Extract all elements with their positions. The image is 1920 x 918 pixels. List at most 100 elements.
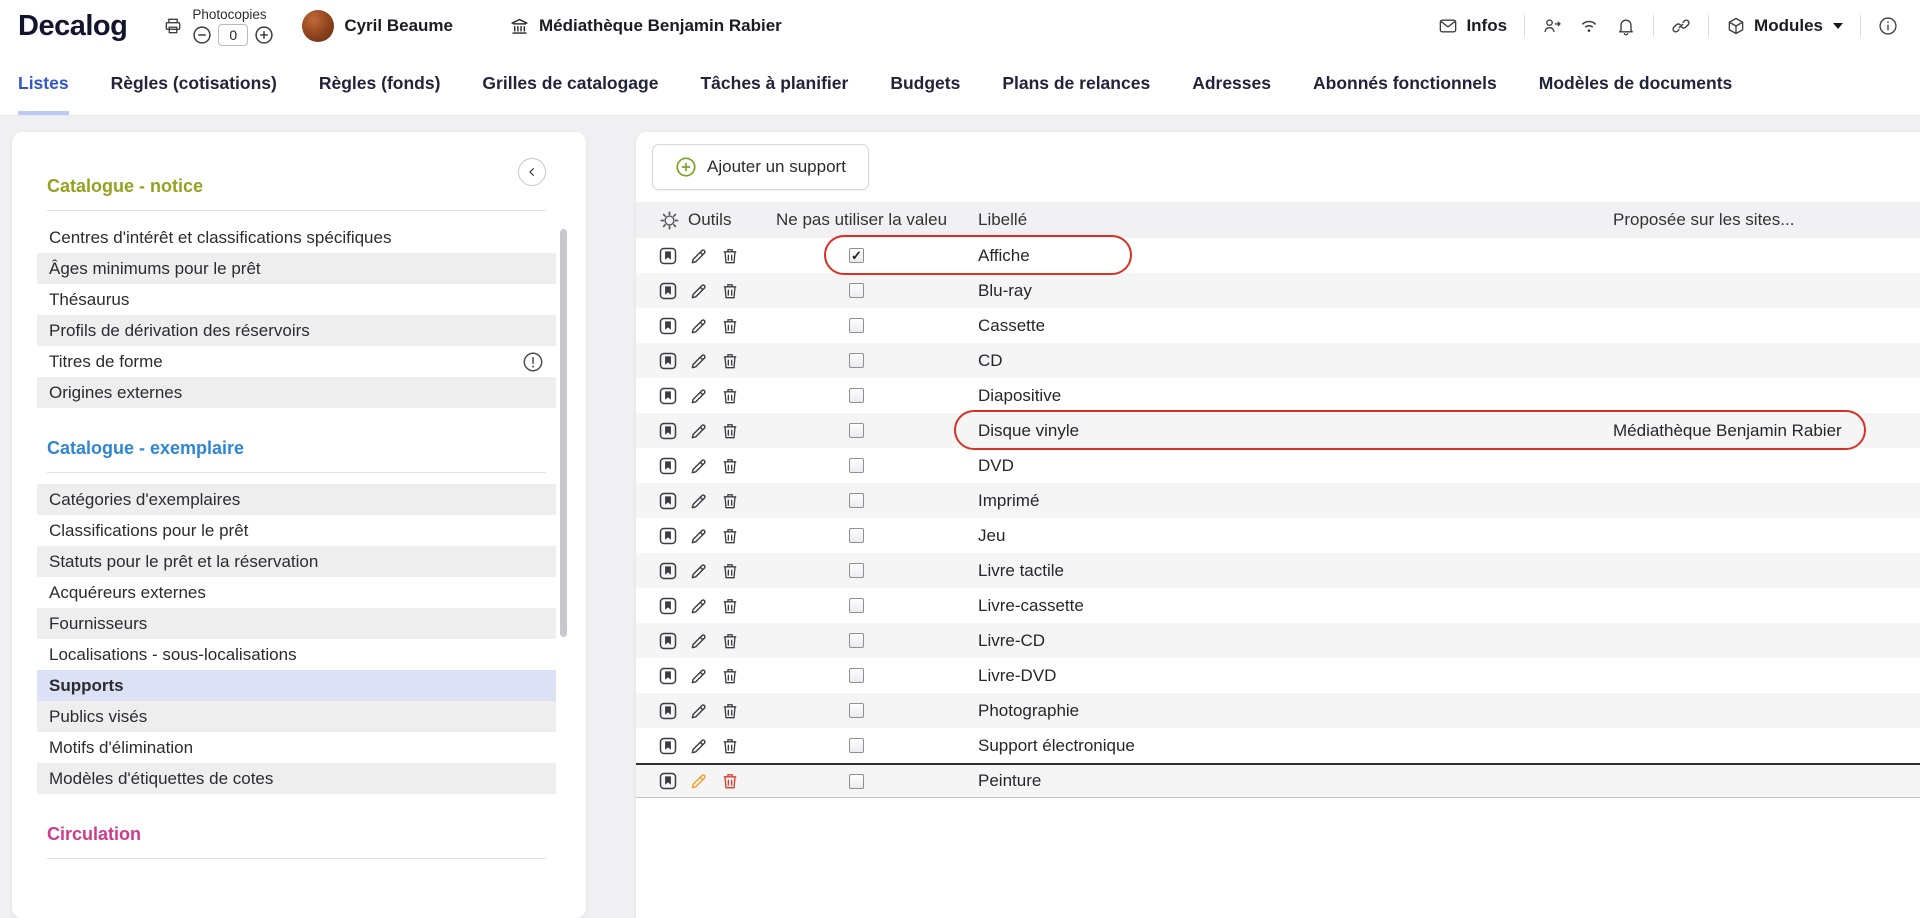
delete-icon[interactable] xyxy=(720,526,740,546)
exclude-checkbox[interactable] xyxy=(849,283,864,298)
infos-button[interactable]: Infos xyxy=(1438,16,1507,36)
link-icon[interactable] xyxy=(1671,16,1691,36)
sidebar-item-localisations[interactable]: Localisations - sous-localisations xyxy=(37,639,556,670)
wireless-icon[interactable] xyxy=(1579,16,1599,36)
bookmark-icon[interactable] xyxy=(658,456,678,476)
delete-icon[interactable] xyxy=(720,281,740,301)
help-info-icon[interactable] xyxy=(1878,16,1898,36)
edit-icon[interactable] xyxy=(689,351,709,371)
tab-regles-fonds[interactable]: Règles (fonds) xyxy=(319,52,441,115)
sidebar-item-centres-interet[interactable]: Centres d'intérêt et classifications spé… xyxy=(37,222,556,253)
exclude-checkbox[interactable] xyxy=(849,458,864,473)
exclude-checkbox[interactable] xyxy=(849,493,864,508)
sidebar-item-origines-externes[interactable]: Origines externes xyxy=(37,377,556,408)
sidebar-item-statuts-pret-reservation[interactable]: Statuts pour le prêt et la réservation xyxy=(37,546,556,577)
edit-icon[interactable] xyxy=(689,771,709,791)
exclude-checkbox[interactable] xyxy=(849,318,864,333)
sidebar-item-categories-exemplaires[interactable]: Catégories d'exemplaires xyxy=(37,484,556,515)
edit-icon[interactable] xyxy=(689,386,709,406)
edit-icon[interactable] xyxy=(689,736,709,756)
sidebar-item-titres-de-forme[interactable]: Titres de forme xyxy=(37,346,556,377)
edit-icon[interactable] xyxy=(689,456,709,476)
edit-icon[interactable] xyxy=(689,316,709,336)
delete-icon[interactable] xyxy=(720,456,740,476)
exclude-checkbox[interactable] xyxy=(849,633,864,648)
exclude-checkbox[interactable] xyxy=(849,353,864,368)
bookmark-icon[interactable] xyxy=(658,351,678,371)
photocopies-count[interactable]: 0 xyxy=(218,24,248,46)
modules-menu[interactable]: Modules xyxy=(1726,16,1843,36)
sidebar-item-classifications-pret[interactable]: Classifications pour le prêt xyxy=(37,515,556,546)
exclude-checkbox[interactable] xyxy=(849,668,864,683)
exclude-checkbox[interactable] xyxy=(849,528,864,543)
tab-budgets[interactable]: Budgets xyxy=(890,52,960,115)
exclude-checkbox[interactable] xyxy=(849,774,864,789)
photocopies-minus-button[interactable] xyxy=(192,25,212,45)
edit-icon[interactable] xyxy=(689,246,709,266)
delete-icon[interactable] xyxy=(720,421,740,441)
tab-grilles-de-catalogage[interactable]: Grilles de catalogage xyxy=(482,52,658,115)
bookmark-icon[interactable] xyxy=(658,491,678,511)
sidebar-item-modeles-etiquettes[interactable]: Modèles d'étiquettes de cotes xyxy=(37,763,556,794)
bookmark-icon[interactable] xyxy=(658,386,678,406)
sidebar-item-ages-minimums[interactable]: Âges minimums pour le prêt xyxy=(37,253,556,284)
edit-icon[interactable] xyxy=(689,561,709,581)
exclude-checkbox[interactable] xyxy=(849,563,864,578)
delete-icon[interactable] xyxy=(720,386,740,406)
bookmark-icon[interactable] xyxy=(658,526,678,546)
bookmark-icon[interactable] xyxy=(658,421,678,441)
exclude-checkbox[interactable] xyxy=(849,703,864,718)
tab-listes[interactable]: Listes xyxy=(18,52,69,115)
delete-icon[interactable] xyxy=(720,491,740,511)
exclude-checkbox[interactable] xyxy=(849,388,864,403)
bookmark-icon[interactable] xyxy=(658,736,678,756)
edit-icon[interactable] xyxy=(689,491,709,511)
edit-icon[interactable] xyxy=(689,666,709,686)
notifications-bell-icon[interactable] xyxy=(1616,16,1636,36)
edit-icon[interactable] xyxy=(689,281,709,301)
current-user[interactable]: Cyril Beaume xyxy=(302,10,453,42)
delete-icon[interactable] xyxy=(720,246,740,266)
bookmark-icon[interactable] xyxy=(658,701,678,721)
edit-icon[interactable] xyxy=(689,596,709,616)
bookmark-icon[interactable] xyxy=(658,561,678,581)
sidebar-item-motifs-elimination[interactable]: Motifs d'élimination xyxy=(37,732,556,763)
edit-icon[interactable] xyxy=(689,701,709,721)
bookmark-icon[interactable] xyxy=(658,246,678,266)
sidebar-item-acquereurs-externes[interactable]: Acquéreurs externes xyxy=(37,577,556,608)
edit-icon[interactable] xyxy=(689,631,709,651)
delete-icon[interactable] xyxy=(720,561,740,581)
tab-taches-a-planifier[interactable]: Tâches à planifier xyxy=(700,52,848,115)
current-library[interactable]: Médiathèque Benjamin Rabier xyxy=(509,16,782,37)
delete-icon[interactable] xyxy=(720,771,740,791)
sidebar-item-publics-vises[interactable]: Publics visés xyxy=(37,701,556,732)
edit-icon[interactable] xyxy=(689,526,709,546)
tab-adresses[interactable]: Adresses xyxy=(1192,52,1271,115)
tab-abonnes-fonctionnels[interactable]: Abonnés fonctionnels xyxy=(1313,52,1497,115)
exclude-checkbox[interactable] xyxy=(849,423,864,438)
bookmark-icon[interactable] xyxy=(658,596,678,616)
delete-icon[interactable] xyxy=(720,736,740,756)
delete-icon[interactable] xyxy=(720,701,740,721)
tab-plans-de-relances[interactable]: Plans de relances xyxy=(1002,52,1150,115)
sidebar-scrollbar[interactable] xyxy=(560,229,567,637)
add-support-button[interactable]: Ajouter un support xyxy=(652,144,869,190)
app-logo[interactable]: Decalog xyxy=(18,10,127,43)
delete-icon[interactable] xyxy=(720,351,740,371)
delete-icon[interactable] xyxy=(720,666,740,686)
tab-modeles-de-documents[interactable]: Modèles de documents xyxy=(1539,52,1733,115)
bookmark-icon[interactable] xyxy=(658,316,678,336)
collapse-sidebar-button[interactable] xyxy=(518,158,546,186)
bookmark-icon[interactable] xyxy=(658,771,678,791)
bookmark-icon[interactable] xyxy=(658,281,678,301)
bookmark-icon[interactable] xyxy=(658,666,678,686)
photocopies-plus-button[interactable] xyxy=(254,25,274,45)
edit-icon[interactable] xyxy=(689,421,709,441)
delete-icon[interactable] xyxy=(720,596,740,616)
delete-icon[interactable] xyxy=(720,631,740,651)
bookmark-icon[interactable] xyxy=(658,631,678,651)
exclude-checkbox[interactable] xyxy=(849,598,864,613)
exclude-checkbox[interactable] xyxy=(849,248,864,263)
sidebar-item-fournisseurs[interactable]: Fournisseurs xyxy=(37,608,556,639)
tab-regles-cotisations[interactable]: Règles (cotisations) xyxy=(111,52,277,115)
